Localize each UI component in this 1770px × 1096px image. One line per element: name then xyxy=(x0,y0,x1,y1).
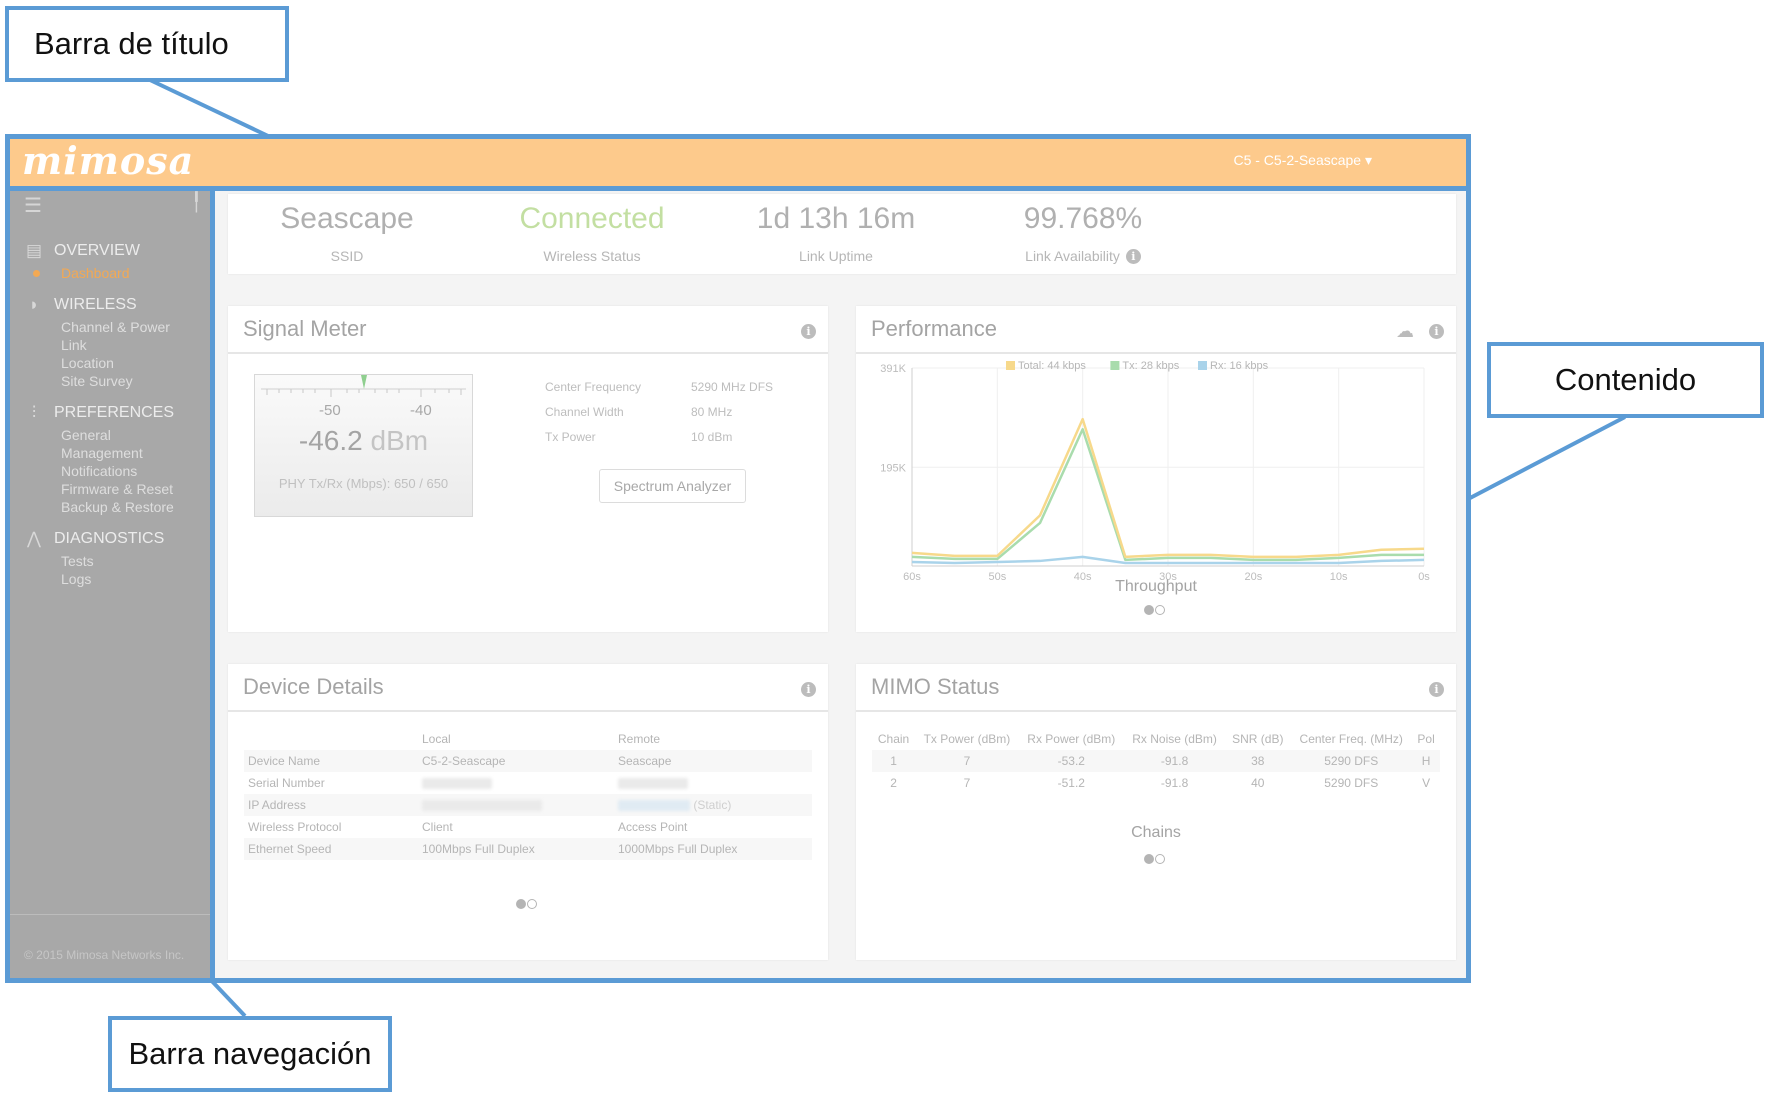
annotation-nav-bar: Barra navegación xyxy=(108,1016,392,1092)
annotation-content: Contenido xyxy=(1487,342,1764,418)
annotation-title-bar-text: Barra de título xyxy=(34,26,229,61)
annotation-content-text: Contenido xyxy=(1554,362,1697,397)
annotation-nav-bar-text: Barra navegación xyxy=(128,1036,372,1071)
title-bar-frame xyxy=(5,134,1471,191)
nav-bar-frame xyxy=(5,186,215,983)
content-frame xyxy=(210,186,1471,983)
annotation-title-bar: Barra de título xyxy=(5,6,289,82)
